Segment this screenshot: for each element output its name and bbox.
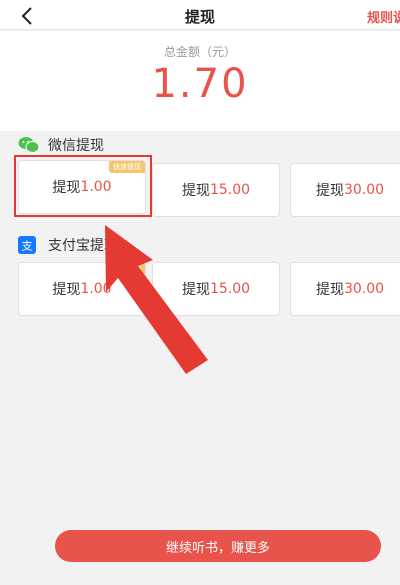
wechat-section-header: 微信提现 (18, 135, 104, 155)
wechat-section-title: 微信提现 (48, 138, 104, 154)
option-amount: 1.00 (80, 281, 112, 297)
alipay-icon: 支 (18, 236, 40, 254)
continue-listening-button[interactable]: 继续听书，赚更多 (55, 530, 381, 562)
balance-summary: 总金额（元） 1.70 (0, 31, 400, 131)
option-amount: 30.00 (343, 281, 385, 297)
top-bar: 提现 规则说 (0, 0, 400, 30)
wechat-withdraw-option-15[interactable]: 提现 15.00 (152, 163, 280, 217)
svg-text:支: 支 (22, 240, 33, 253)
total-amount-label: 总金额（元） (163, 45, 236, 59)
option-prefix: 提现 (315, 282, 344, 298)
option-prefix: 提现 (52, 282, 81, 298)
rules-link[interactable]: 规则说 (367, 7, 400, 26)
wechat-withdraw-option-30[interactable]: 提现 30.00 (290, 163, 400, 217)
page-title: 提现 (184, 8, 215, 26)
option-amount: 15.00 (209, 182, 251, 198)
alipay-withdraw-option-30[interactable]: 提现 30.00 (290, 262, 400, 316)
option-prefix: 提现 (181, 282, 210, 298)
alipay-section-title: 支付宝提现 (48, 238, 118, 254)
alipay-withdraw-option-15[interactable]: 提现 15.00 (152, 262, 280, 316)
alipay-withdraw-option-1[interactable]: 快 提现 1.00 (18, 262, 146, 316)
option-prefix: 提现 (315, 183, 344, 199)
option-amount: 30.00 (343, 182, 385, 198)
total-amount-value: 1.70 (151, 61, 249, 107)
wechat-icon (18, 136, 40, 154)
option-amount: 15.00 (209, 281, 251, 297)
option-prefix: 提现 (181, 183, 210, 199)
fast-withdraw-badge: 快 (130, 263, 145, 275)
selection-highlight-box (14, 155, 152, 217)
alipay-section-header: 支 支付宝提现 (18, 235, 118, 255)
